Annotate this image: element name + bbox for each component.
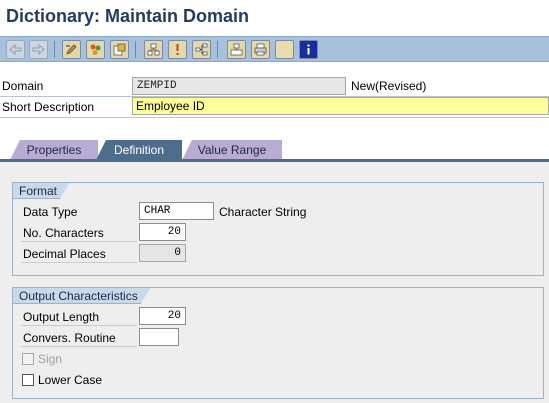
object-list-icon[interactable]	[227, 40, 246, 59]
forward-icon[interactable]	[29, 40, 48, 59]
tab-properties[interactable]: Properties	[10, 140, 98, 160]
where-used-icon[interactable]	[144, 40, 163, 59]
tab-definition[interactable]: Definition	[96, 140, 182, 160]
toolbar-separator	[135, 41, 136, 58]
short-description-label: Short Description	[2, 100, 95, 114]
tab-value-range[interactable]: Value Range	[182, 140, 282, 160]
decimal-places-field[interactable]: 0	[139, 244, 186, 262]
divider	[0, 117, 549, 118]
output-length-field[interactable]: 20	[139, 307, 186, 325]
toolbar-separator	[217, 41, 218, 58]
help-icon[interactable]	[299, 40, 318, 59]
sign-checkbox[interactable]	[22, 353, 34, 365]
toolbar-separator	[54, 41, 55, 58]
page-title: Dictionary: Maintain Domain	[6, 6, 250, 26]
info-icon[interactable]	[168, 40, 187, 59]
lower-case-label: Lower Case	[38, 373, 103, 387]
format-group: Format Data Type CHAR Character String N…	[12, 182, 544, 276]
application-toolbar	[0, 36, 549, 62]
blank-icon[interactable]	[275, 40, 294, 59]
edit-icon[interactable]	[62, 40, 81, 59]
data-type-field[interactable]: CHAR	[139, 202, 214, 220]
data-type-label: Data Type	[23, 205, 78, 219]
domain-field[interactable]: ZEMPID	[132, 77, 346, 95]
definition-panel: Format Data Type CHAR Character String N…	[0, 162, 549, 403]
print-icon[interactable]	[251, 40, 270, 59]
no-characters-field[interactable]: 20	[139, 223, 186, 241]
output-characteristics-group: Output Characteristics Output Length 20 …	[12, 287, 544, 399]
no-characters-label: No. Characters	[21, 224, 137, 242]
data-type-description: Character String	[219, 205, 307, 219]
conversion-routine-label: Convers. Routine	[21, 329, 137, 347]
back-icon[interactable]	[6, 40, 25, 59]
sign-label: Sign	[38, 352, 63, 366]
short-description-field[interactable]: Employee ID	[132, 97, 549, 115]
decimal-places-label: Decimal Places	[21, 245, 137, 263]
output-characteristics-title: Output Characteristics	[12, 287, 151, 304]
hierarchy-icon[interactable]	[192, 40, 211, 59]
conversion-routine-field[interactable]	[139, 328, 179, 346]
format-group-title: Format	[12, 182, 70, 199]
output-length-label: Output Length	[21, 308, 137, 326]
lower-case-checkbox[interactable]	[22, 374, 34, 386]
domain-label: Domain	[2, 79, 44, 93]
display-change-icon[interactable]	[86, 40, 105, 59]
activate-icon[interactable]	[110, 40, 129, 59]
status-text: New(Revised)	[351, 79, 427, 93]
